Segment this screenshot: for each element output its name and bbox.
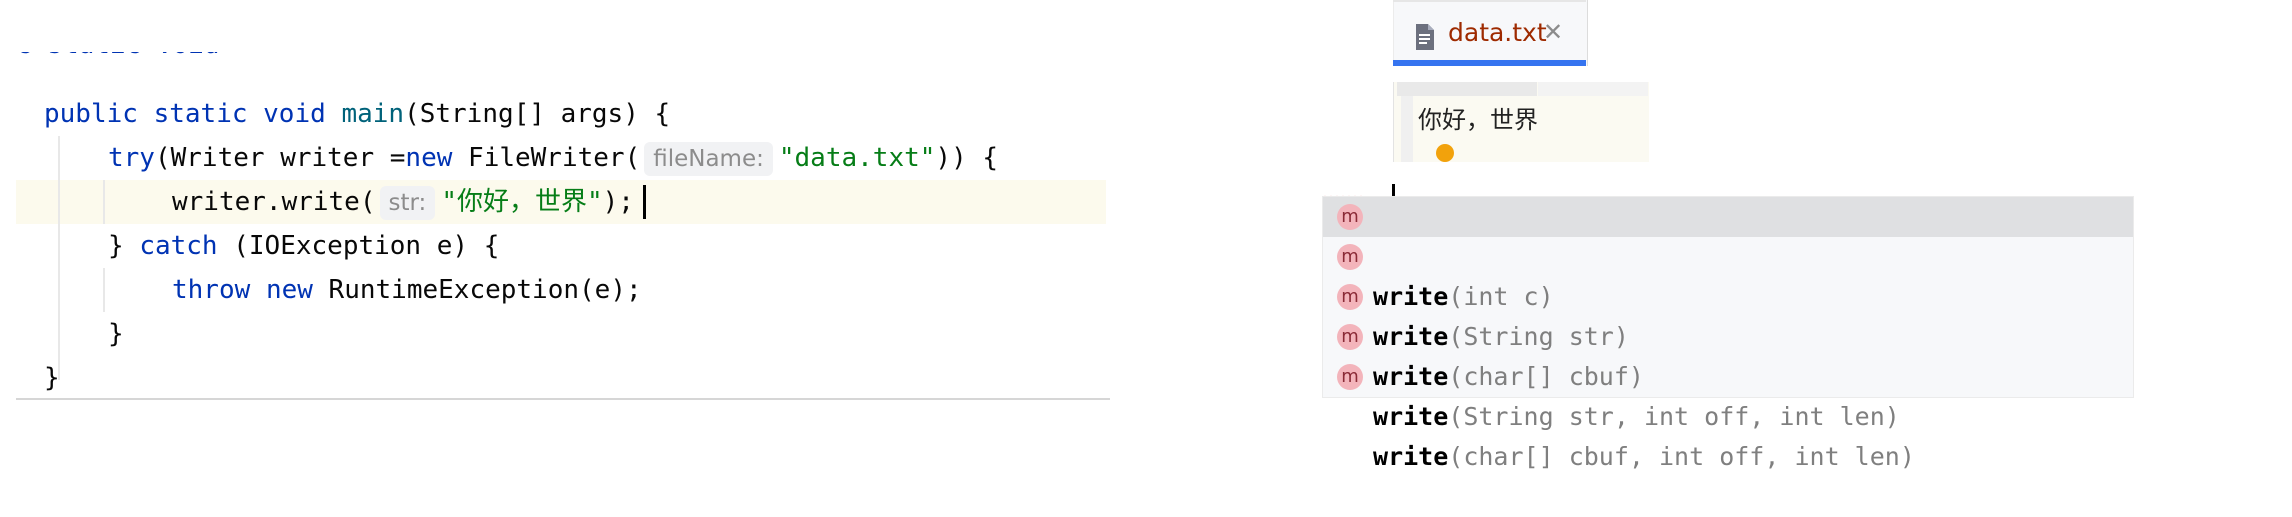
text-caret (1392, 184, 1395, 196)
keyword: catch (139, 231, 218, 261)
preview-header (1397, 82, 1537, 96)
code-text: (Writer writer = (154, 143, 406, 173)
completion-item[interactable]: m write(String str, int off, int len) (1323, 317, 2133, 431)
indent-guide (103, 180, 105, 224)
code-line[interactable]: public static void main(String[] args) { (44, 92, 670, 136)
text-file-icon (1414, 23, 1436, 51)
tab-label: data.txt (1448, 18, 1547, 47)
warning-dot-icon[interactable] (1436, 144, 1454, 162)
indent-guide (103, 268, 105, 312)
preview-gutter (1401, 96, 1413, 162)
completion-params: (String str, int off, int len) (1448, 402, 1900, 431)
code-line[interactable]: } (44, 356, 60, 400)
method-icon: m (1337, 204, 1363, 230)
completion-signature: write(char[] cbuf, int off, int len) (1373, 442, 1915, 471)
closing-brace: } (108, 319, 124, 349)
editor-divider (16, 398, 1110, 400)
code-text: } (108, 231, 140, 261)
code-line-current[interactable]: writer.write(str: "你好，世界"); (172, 180, 634, 224)
code-line[interactable]: } (108, 312, 124, 356)
error-squiggle (1321, 188, 1365, 203)
method-icon: m (1337, 324, 1363, 350)
code-text: RuntimeException(e); (312, 275, 642, 305)
tab-top-border (1393, 0, 1586, 2)
code-editor[interactable]: c static void public static void main(St… (0, 0, 1110, 410)
method-icon: m (1337, 244, 1363, 270)
parameter-hint: fileName: (644, 141, 773, 176)
keyword: new (265, 275, 313, 305)
parameter-hint: str: (379, 185, 436, 220)
close-icon[interactable]: ✕ (1543, 18, 1563, 46)
code-text: (String[] args) { (404, 99, 671, 129)
code-line[interactable]: throw new RuntimeException(e); (172, 268, 642, 312)
code-line[interactable]: } catch (IOException e) { (108, 224, 499, 268)
preview-content: 你好，世界 (1418, 106, 1538, 134)
keyword: static (153, 99, 248, 129)
code-line[interactable]: try(Writer writer =new FileWriter(fileNa… (108, 136, 998, 180)
string-literal: "你好，世界" (441, 187, 603, 217)
active-tab-indicator (1393, 60, 1586, 66)
method-icon: m (1337, 364, 1363, 390)
code-text: writer.write( (172, 187, 376, 217)
completion-item[interactable]: m write(String str) (1323, 237, 2133, 351)
code-text: ); (602, 187, 634, 217)
completion-popup[interactable]: m write(int c) m write(String str) m wri… (1322, 196, 2134, 471)
code-text: (IOException e) { (217, 231, 500, 261)
code-text: FileWriter( (452, 143, 641, 173)
keyword: new (405, 143, 453, 173)
string-literal: "data.txt" (778, 143, 936, 173)
preview-header (1538, 82, 1648, 96)
closing-brace: } (44, 363, 60, 393)
completion-params: (char[] cbuf, int off, int len) (1448, 442, 1915, 471)
method-name: main (341, 99, 405, 129)
text-caret (643, 185, 646, 219)
code-text: )) { (935, 143, 999, 173)
method-icon: m (1337, 284, 1363, 310)
code-line-partial: c static void (16, 52, 220, 78)
keyword: public (44, 99, 138, 129)
completion-signature: write(String str, int off, int len) (1373, 402, 1900, 431)
indent-guide (58, 136, 60, 380)
keyword: throw (172, 275, 251, 305)
keyword: try (108, 143, 155, 173)
completion-item[interactable]: m write(char[] cbuf, int off, int len) (1323, 357, 2133, 471)
keyword: void (263, 99, 326, 129)
completion-item[interactable]: m write(char[] cbuf) (1323, 277, 2133, 391)
completion-item[interactable]: m write(int c) (1323, 197, 2133, 311)
